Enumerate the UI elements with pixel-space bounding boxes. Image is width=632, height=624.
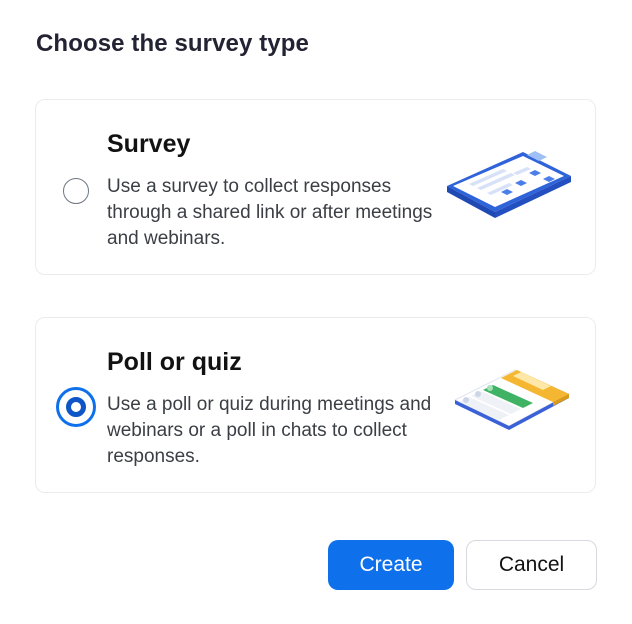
- poll-option-description: Use a poll or quiz during meetings and w…: [107, 394, 432, 467]
- create-button[interactable]: Create: [328, 540, 454, 590]
- dialog-title: Choose the survey type: [36, 30, 309, 57]
- poll-radio-button[interactable]: [56, 387, 96, 427]
- poll-option-card[interactable]: Poll or quiz Use a poll or quiz during m…: [35, 317, 596, 493]
- survey-radio-button[interactable]: [63, 178, 89, 204]
- survey-option-card[interactable]: Survey Use a survey to collect responses…: [35, 99, 596, 275]
- cancel-button[interactable]: Cancel: [466, 540, 597, 590]
- clipboard-illustration-icon: [443, 146, 575, 231]
- survey-option-title: Survey: [107, 130, 191, 158]
- survey-type-dialog: Choose the survey type Survey Use a surv…: [0, 0, 632, 624]
- poll-option-title: Poll or quiz: [107, 348, 242, 376]
- poll-card-illustration-icon: [451, 364, 575, 449]
- survey-option-description: Use a survey to collect responses throug…: [107, 176, 433, 249]
